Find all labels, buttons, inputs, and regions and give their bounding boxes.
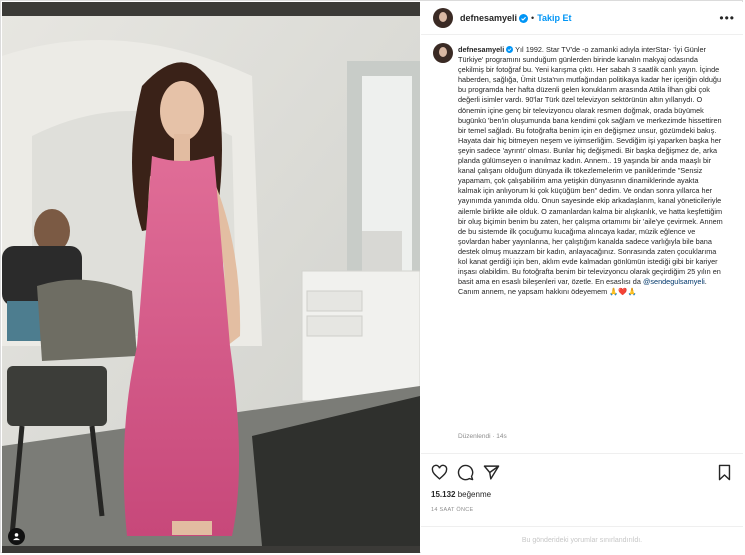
save-bookmark-icon[interactable] — [716, 464, 733, 481]
more-options-icon[interactable]: ••• — [719, 11, 735, 25]
post-timestamp: 14 SAAT ÖNCE — [431, 507, 474, 513]
separator-dot: • — [531, 13, 535, 23]
caption-avatar[interactable] — [433, 43, 453, 63]
share-icon[interactable] — [483, 464, 500, 481]
post-caption: defnesamyeli Yıl 1992. Star TV'de -o zam… — [458, 45, 723, 297]
comment-icon[interactable] — [457, 464, 474, 481]
follow-button[interactable]: Takip Et — [537, 13, 571, 23]
likes-count[interactable]: 15.132 beğenme — [431, 490, 491, 499]
comments-disabled-notice: Bu gönderideki yorumlar sınırlandırıldı. — [421, 526, 743, 554]
header-username[interactable]: defnesamyeli — [460, 13, 517, 23]
post-header: defnesamyeli • Takip Et ••• — [421, 2, 743, 35]
post-side-panel: defnesamyeli • Takip Et ••• defnesamyeli… — [421, 2, 743, 553]
mention-link[interactable]: @sendegulsamyeli — [643, 277, 705, 286]
edited-label: Düzenlendi · 14s — [458, 433, 507, 440]
post-photo[interactable] — [2, 2, 420, 553]
tagged-user-icon[interactable] — [8, 528, 25, 545]
action-bar — [421, 453, 743, 494]
caption-area[interactable]: defnesamyeli Yıl 1992. Star TV'de -o zam… — [421, 43, 743, 451]
verified-badge-icon — [506, 46, 514, 53]
likes-label: beğenme — [457, 490, 492, 499]
caption-username[interactable]: defnesamyeli — [458, 45, 504, 54]
post-window: defnesamyeli • Takip Et ••• defnesamyeli… — [0, 0, 743, 553]
heart-icon[interactable] — [431, 464, 448, 481]
caption-text: Yıl 1992. Star TV'de -o zamanki adıyla i… — [458, 45, 723, 287]
likes-number: 15.132 — [431, 490, 456, 499]
caption-emoji: 🙏❤️🙏 — [609, 287, 637, 297]
avatar[interactable] — [433, 8, 453, 28]
post-image — [2, 16, 420, 546]
verified-badge-icon — [519, 13, 529, 23]
